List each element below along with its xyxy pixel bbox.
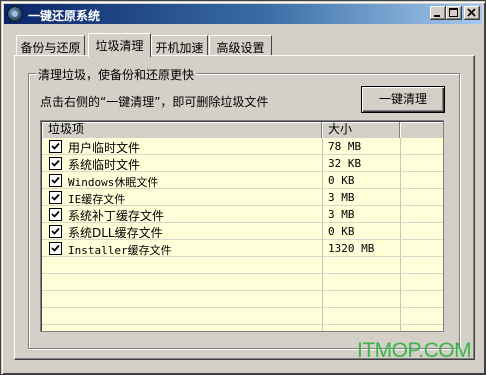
row-size: 0 KB [328,225,355,238]
row-size: 0 KB [328,174,355,187]
junk-list[interactable]: 垃圾项 大小 用户临时文件 78 MB 系统临时文件 32 KB Windows… [40,120,444,332]
column-header-item[interactable]: 垃圾项 [42,122,322,138]
list-item[interactable]: IE缓存文件 3 MB [42,189,443,206]
list-item[interactable]: 用户临时文件 78 MB [42,138,443,155]
minimize-button[interactable] [430,6,446,20]
list-item[interactable]: Installer缓存文件 1320 MB [42,240,443,257]
list-header: 垃圾项 大小 [42,122,443,138]
row-size: 1320 MB [328,242,375,255]
tab-boot-speedup[interactable]: 开机加速 [151,35,208,55]
close-icon [467,8,476,17]
empty-row [42,257,443,274]
row-checkbox[interactable] [49,242,62,255]
minimize-icon [434,15,440,17]
row-checkbox[interactable] [49,225,62,238]
row-checkbox[interactable] [49,208,62,221]
checkmark-icon [51,227,60,235]
cleanup-hint-text: 点击右侧的“一键清理”，即可删除垃圾文件 [40,95,269,109]
column-header-filler [400,122,443,138]
checkmark-icon [51,159,60,167]
row-size: 78 MB [328,140,362,153]
checkmark-icon [51,176,60,184]
list-item[interactable]: 系统临时文件 32 KB [42,155,443,172]
row-checkbox[interactable] [49,140,62,153]
tab-backup-restore[interactable]: 备份与还原 [16,35,85,55]
row-name: 用户临时文件 [68,141,141,155]
row-name: Installer缓存文件 [68,244,172,257]
site-watermark: ITMOP.COM [357,339,472,362]
window-title: 一键还原系统 [28,9,101,23]
empty-row [42,308,443,325]
row-size: 32 KB [328,157,362,170]
tab-advanced-settings[interactable]: 高级设置 [209,35,272,55]
title-bar[interactable]: 一键还原系统 [4,4,482,24]
checkmark-icon [51,244,60,252]
checkmark-icon [51,142,60,150]
row-checkbox[interactable] [49,157,62,170]
empty-row [42,274,443,291]
row-checkbox[interactable] [49,191,62,204]
app-icon [7,6,23,22]
row-name: IE缓存文件 [68,193,126,206]
maximize-button[interactable] [446,6,462,20]
row-name: Windows休眠文件 [68,176,159,189]
row-size: 3 MB [328,208,355,221]
list-item[interactable]: 系统补丁缓存文件 3 MB [42,206,443,223]
close-button[interactable] [464,6,480,20]
maximize-icon [449,8,458,17]
one-click-clean-button[interactable]: 一键清理 [361,86,445,113]
row-name: 系统DLL缓存文件 [68,226,163,240]
checkmark-icon [51,210,60,218]
column-header-size[interactable]: 大小 [322,122,400,138]
list-item[interactable]: 系统DLL缓存文件 0 KB [42,223,443,240]
empty-row [42,291,443,308]
checkmark-icon [51,193,60,201]
tab-junk-cleanup[interactable]: 垃圾清理 [88,33,151,57]
group-title: 清理垃圾，使备份和还原更快 [36,66,197,83]
list-item[interactable]: Windows休眠文件 0 KB [42,172,443,189]
row-name: 系统补丁缓存文件 [68,209,165,223]
row-name: 系统临时文件 [68,158,141,172]
row-size: 3 MB [328,191,355,204]
row-checkbox[interactable] [49,174,62,187]
